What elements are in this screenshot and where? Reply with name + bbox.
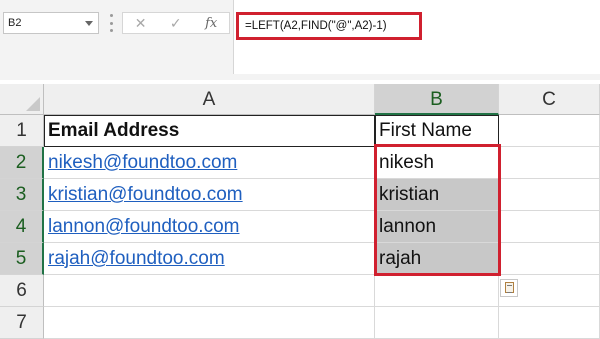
cell-c5[interactable] <box>499 243 600 275</box>
row-header-3[interactable]: 3 <box>0 179 44 211</box>
enter-icon[interactable]: ✓ <box>170 15 182 32</box>
column-header-b[interactable]: B <box>375 84 499 115</box>
column-header-a[interactable]: A <box>44 84 375 115</box>
cell-b4[interactable]: lannon <box>375 211 499 243</box>
cell-a2[interactable]: nikesh@foundtoo.com <box>44 147 375 179</box>
formula-buttons: ✕ ✓ fx <box>122 12 230 34</box>
cell-b2[interactable]: nikesh <box>375 147 499 179</box>
name-box[interactable]: B2 <box>3 12 99 34</box>
select-all-button[interactable] <box>0 84 44 115</box>
drag-handle[interactable] <box>110 14 113 32</box>
row-header-5[interactable]: 5 <box>0 243 44 275</box>
cell-a1[interactable]: Email Address <box>44 115 375 147</box>
column-header-c[interactable]: C <box>499 84 600 115</box>
cell-c7[interactable] <box>499 307 600 339</box>
paste-options-icon[interactable] <box>500 279 518 297</box>
cell-a5[interactable]: rajah@foundtoo.com <box>44 243 375 275</box>
cell-c1[interactable] <box>499 115 600 147</box>
cell-c3[interactable] <box>499 179 600 211</box>
cell-b3[interactable]: kristian <box>375 179 499 211</box>
cell-a4[interactable]: lannon@foundtoo.com <box>44 211 375 243</box>
cell-c4[interactable] <box>499 211 600 243</box>
cancel-icon[interactable]: ✕ <box>135 15 147 32</box>
cell-b1[interactable]: First Name <box>375 115 499 147</box>
cell-b6[interactable] <box>375 275 499 307</box>
cell-a6[interactable] <box>44 275 375 307</box>
cell-b5[interactable]: rajah <box>375 243 499 275</box>
formula-text[interactable]: =LEFT(A2,FIND("@",A2)-1) <box>236 12 422 40</box>
insert-function-icon[interactable]: fx <box>205 16 217 31</box>
formula-bar-region: B2 ✕ ✓ fx =LEFT(A2,FIND("@",A2)-1) <box>0 0 600 80</box>
row-header-1[interactable]: 1 <box>0 115 44 147</box>
cell-b7[interactable] <box>375 307 499 339</box>
name-box-value: B2 <box>8 17 22 29</box>
row-header-7[interactable]: 7 <box>0 307 44 339</box>
select-all-triangle-icon <box>26 97 40 111</box>
row-header-6[interactable]: 6 <box>0 275 44 307</box>
cell-c2[interactable] <box>499 147 600 179</box>
row-header-2[interactable]: 2 <box>0 147 44 179</box>
row-header-4[interactable]: 4 <box>0 211 44 243</box>
cell-a7[interactable] <box>44 307 375 339</box>
cell-a3[interactable]: kristian@foundtoo.com <box>44 179 375 211</box>
worksheet-grid: A B C 1 2 3 4 5 6 7 Email Address First … <box>0 84 600 339</box>
chevron-down-icon[interactable] <box>85 21 93 26</box>
